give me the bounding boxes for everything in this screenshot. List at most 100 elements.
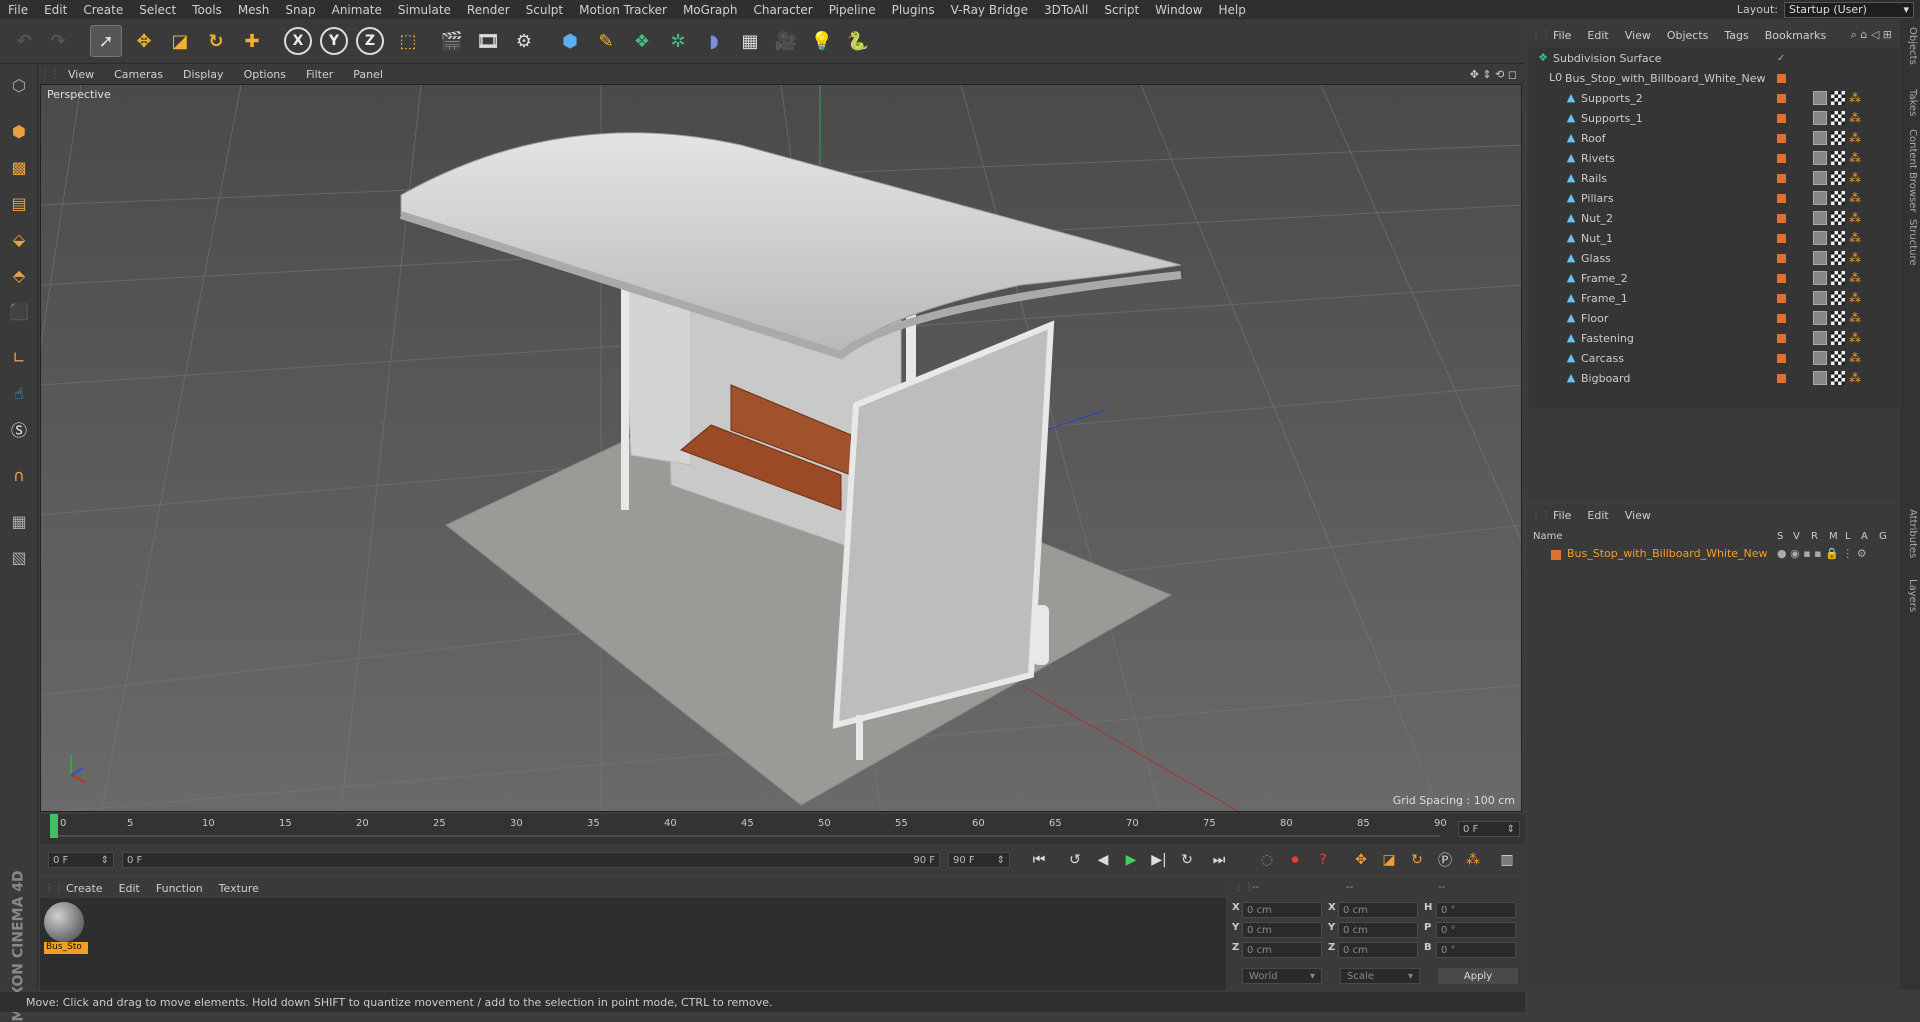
coordinate-system-icon[interactable]: ⬚ <box>392 25 424 57</box>
object-menu-tags[interactable]: Tags <box>1716 29 1756 42</box>
layer-menu-view[interactable]: View <box>1617 509 1659 522</box>
tab-layers[interactable]: Layers <box>1902 579 1918 612</box>
play-icon[interactable]: ▶ <box>1120 850 1142 870</box>
motion-record-icon[interactable]: ◌ <box>1256 850 1278 870</box>
workplane-icon[interactable]: ▤ <box>4 188 34 218</box>
layer-color-tag[interactable] <box>1777 213 1786 223</box>
texture-tag-icon[interactable] <box>1813 251 1827 265</box>
snap-icon[interactable]: Ⓢ <box>4 414 34 444</box>
layer-row[interactable]: Bus_Stop_with_Billboard_White_New ● ◉ ▪ … <box>1529 547 1899 565</box>
object-row-root[interactable]: ❖ Subdivision Surface ✓ <box>1529 48 1899 68</box>
layout-select[interactable]: Startup (User) ▾ <box>1784 1 1914 18</box>
layer-color-tag[interactable] <box>1777 373 1786 383</box>
selection-tag-icon[interactable]: ⁂ <box>1849 291 1863 305</box>
coordinate-space-dropdown[interactable]: World ▾ <box>1242 968 1322 984</box>
object-row[interactable]: ▲ Roof ⁂ <box>1529 128 1899 148</box>
menu-mesh[interactable]: Mesh <box>230 3 278 17</box>
key-scale-icon[interactable]: ◪ <box>1378 850 1400 870</box>
undo-icon[interactable]: ↶ <box>8 25 40 57</box>
layer-color-swatch[interactable] <box>1551 550 1561 560</box>
viewport-3d[interactable]: Perspective Grid Spacing : 100 cm <box>40 84 1522 812</box>
selection-tag-icon[interactable]: ⁂ <box>1849 231 1863 245</box>
layer-color-tag[interactable] <box>1777 193 1786 203</box>
menu-select[interactable]: Select <box>131 3 184 17</box>
tab-attributes[interactable]: Attributes <box>1902 509 1918 558</box>
uvw-tag-icon[interactable] <box>1831 271 1845 285</box>
layer-color-tag[interactable] <box>1777 153 1786 163</box>
end-frame-field[interactable]: 90 F ⇕ <box>948 852 1010 868</box>
viewport-menu-cameras[interactable]: Cameras <box>104 68 173 81</box>
object-row[interactable]: ▲ Frame_1 ⁂ <box>1529 288 1899 308</box>
position-x-field[interactable]: 0 cm <box>1242 902 1322 918</box>
menu-plugins[interactable]: Plugins <box>884 3 943 17</box>
viewport-menu-filter[interactable]: Filter <box>296 68 343 81</box>
menu-motion-tracker[interactable]: Motion Tracker <box>571 3 675 17</box>
viewport-menu-panel[interactable]: Panel <box>343 68 393 81</box>
scale-tool-icon[interactable]: ◪ <box>164 25 196 57</box>
uvw-tag-icon[interactable] <box>1831 291 1845 305</box>
menu-character[interactable]: Character <box>745 3 820 17</box>
rotation-b-field[interactable]: 0 ° <box>1436 942 1516 958</box>
menu-mograph[interactable]: MoGraph <box>675 3 746 17</box>
render-view-icon[interactable]: 🎬 <box>436 25 468 57</box>
object-row[interactable]: ▲ Glass ⁂ <box>1529 248 1899 268</box>
layer-color-tag[interactable] <box>1777 173 1786 183</box>
material-menu-edit[interactable]: Edit <box>111 882 148 895</box>
rotation-p-field[interactable]: 0 ° <box>1436 922 1516 938</box>
viewport-menu-options[interactable]: Options <box>234 68 296 81</box>
cloner-icon[interactable]: ✲ <box>662 25 694 57</box>
texture-mode-icon[interactable]: ▩ <box>4 152 34 182</box>
selection-tag-icon[interactable]: ⁂ <box>1849 371 1863 385</box>
size-mode-dropdown[interactable]: Scale ▾ <box>1340 968 1420 984</box>
object-row[interactable]: ▲ Frame_2 ⁂ <box>1529 268 1899 288</box>
texture-tag-icon[interactable] <box>1813 171 1827 185</box>
selection-tag-icon[interactable]: ⁂ <box>1849 271 1863 285</box>
timeline-ruler[interactable]: 0 5 10 15 20 25 30 35 40 45 50 55 60 65 … <box>40 814 1525 844</box>
deformer-icon[interactable]: ◗ <box>698 25 730 57</box>
frame-range-slider[interactable]: 0 F 90 F <box>122 852 940 868</box>
menu-help[interactable]: Help <box>1210 3 1253 17</box>
menu-sculpt[interactable]: Sculpt <box>518 3 571 17</box>
model-mode-icon[interactable]: ⬢ <box>4 116 34 146</box>
menu-snap[interactable]: Snap <box>277 3 323 17</box>
uvw-tag-icon[interactable] <box>1831 351 1845 365</box>
texture-tag-icon[interactable] <box>1813 191 1827 205</box>
key-pla-icon[interactable]: ⁂ <box>1462 850 1484 870</box>
texture-tag-icon[interactable] <box>1813 231 1827 245</box>
menu-file[interactable]: File <box>0 3 36 17</box>
menu-animate[interactable]: Animate <box>324 3 390 17</box>
object-row[interactable]: ▲ Supports_1 ⁂ <box>1529 108 1899 128</box>
layer-toggle-icons[interactable]: ● ◉ ▪ ▪ 🔒 ⋮ ⚙ <box>1777 547 1867 560</box>
object-row[interactable]: ▲ Rails ⁂ <box>1529 168 1899 188</box>
uvw-tag-icon[interactable] <box>1831 151 1845 165</box>
menu-window[interactable]: Window <box>1147 3 1210 17</box>
visibility-check-icon[interactable]: ✓ <box>1777 53 1785 64</box>
redo-icon[interactable]: ↷ <box>42 25 74 57</box>
material-menu-texture[interactable]: Texture <box>211 882 267 895</box>
go-to-end-icon[interactable]: ⏭ <box>1208 850 1230 870</box>
menu-3dtoall[interactable]: 3DToAll <box>1036 3 1096 17</box>
object-row[interactable]: ▲ Pillars ⁂ <box>1529 188 1899 208</box>
workplane-grid-icon[interactable]: ▦ <box>4 506 34 536</box>
material-menu-create[interactable]: Create <box>58 882 111 895</box>
key-rotation-icon[interactable]: ↻ <box>1406 850 1428 870</box>
magnet-icon[interactable]: ∩ <box>4 460 34 490</box>
select-tool-icon[interactable]: ➚ <box>90 25 122 57</box>
go-to-start-icon[interactable]: ⏮ <box>1028 850 1050 870</box>
material-thumbnail[interactable]: Bus_Sto <box>44 902 88 954</box>
layer-color-tag[interactable] <box>1777 93 1786 103</box>
selection-tag-icon[interactable]: ⁂ <box>1849 251 1863 265</box>
object-row[interactable]: ▲ Floor ⁂ <box>1529 308 1899 328</box>
texture-tag-icon[interactable] <box>1813 271 1827 285</box>
menu-script[interactable]: Script <box>1096 3 1147 17</box>
apply-button[interactable]: Apply <box>1438 968 1518 984</box>
selection-tag-icon[interactable]: ⁂ <box>1849 151 1863 165</box>
record-keyframe-icon[interactable]: ⏺ <box>1284 850 1306 870</box>
light-icon[interactable]: 💡 <box>806 25 838 57</box>
tab-content-browser[interactable]: Content Browser <box>1902 129 1918 212</box>
key-position-icon[interactable]: ✥ <box>1350 850 1372 870</box>
autokey-icon[interactable]: ? <box>1312 850 1334 870</box>
object-row[interactable]: ▲ Bigboard ⁂ <box>1529 368 1899 388</box>
menu-tools[interactable]: Tools <box>184 3 230 17</box>
tab-structure[interactable]: Structure <box>1902 219 1918 266</box>
